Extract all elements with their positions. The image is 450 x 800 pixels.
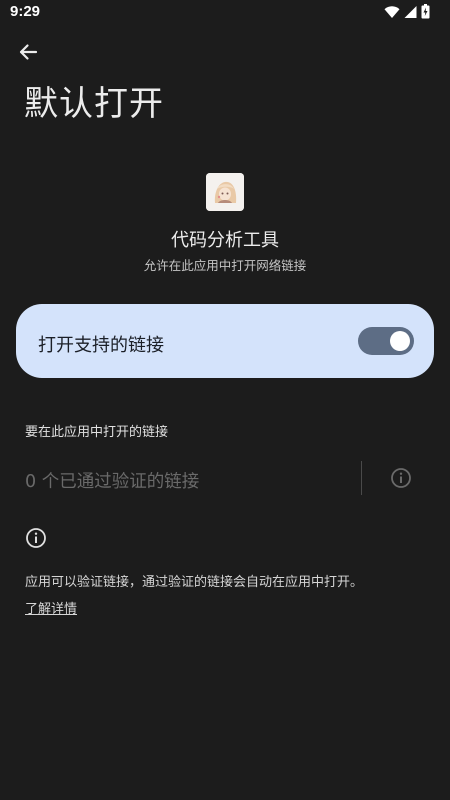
switch-thumb	[390, 331, 410, 351]
links-section-label: 要在此应用中打开的链接	[25, 425, 169, 440]
screen: 9:29 默认打开 代码分析工具 允许在此应用中打开网络链接 打开支持的链接 要…	[0, 0, 450, 800]
app-icon	[206, 173, 244, 211]
battery-icon	[421, 4, 430, 19]
toggle-label: 打开支持的链接	[38, 335, 164, 356]
app-name: 代码分析工具	[171, 230, 279, 251]
cellular-signal-icon	[404, 5, 417, 19]
learn-more-link[interactable]: 了解详情	[25, 598, 77, 617]
back-button[interactable]	[10, 36, 46, 72]
status-icons	[384, 4, 430, 19]
info-icon[interactable]	[390, 467, 412, 489]
divider	[361, 461, 362, 495]
status-bar: 9:29	[0, 0, 450, 26]
status-time: 9:29	[10, 3, 41, 20]
wifi-icon	[384, 5, 400, 19]
info-icon	[25, 527, 47, 549]
verified-links-text: 0 个已通过验证的链接	[25, 472, 200, 492]
page-title: 默认打开	[24, 84, 164, 124]
open-supported-links-toggle-card[interactable]: 打开支持的链接	[16, 304, 434, 378]
info-text: 应用可以验证链接，通过验证的链接会自动在应用中打开。	[25, 575, 364, 590]
verified-links-row[interactable]: 0 个已通过验证的链接	[0, 455, 450, 501]
open-supported-links-switch[interactable]	[358, 327, 414, 355]
arrow-back-icon	[18, 42, 38, 66]
app-subtitle: 允许在此应用中打开网络链接	[143, 258, 307, 273]
